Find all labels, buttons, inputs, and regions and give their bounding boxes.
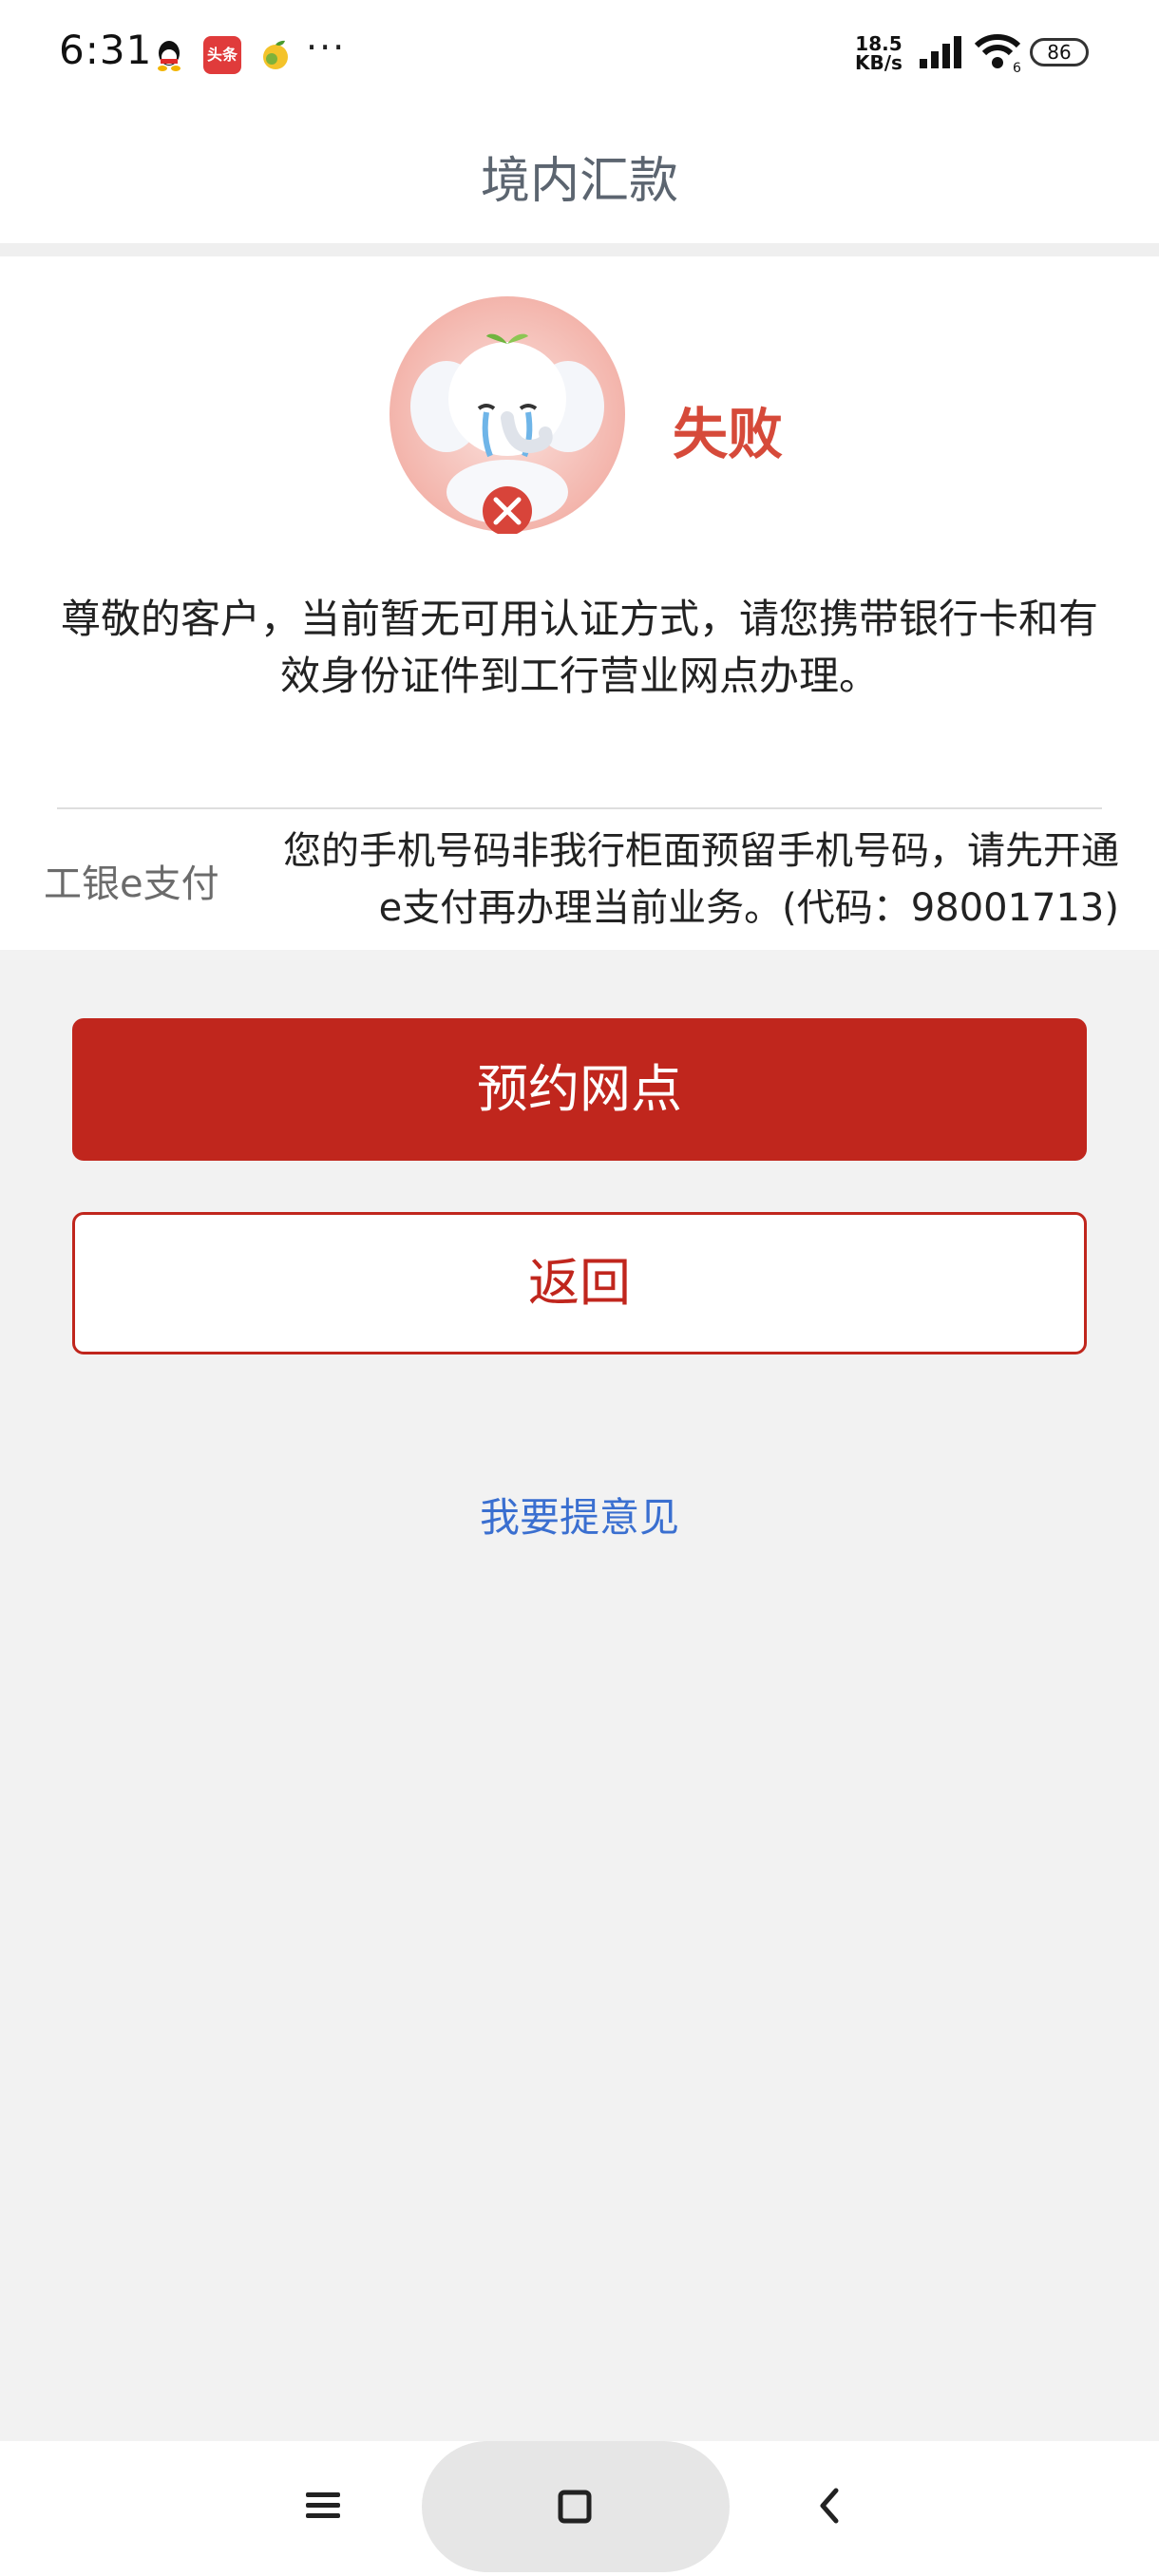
home-button[interactable] bbox=[422, 2441, 730, 2572]
divider bbox=[57, 807, 1102, 809]
svg-text:6: 6 bbox=[1013, 61, 1021, 74]
page-title: 境内汇款 bbox=[480, 153, 678, 210]
book-branch-button[interactable]: 预约网点 bbox=[72, 1018, 1087, 1161]
crying-elephant-mascot-icon bbox=[388, 294, 627, 536]
result-status-label: 失败 bbox=[673, 402, 784, 466]
feedback-link[interactable]: 我要提意见 bbox=[0, 1486, 1159, 1544]
system-nav-bar bbox=[0, 2441, 1159, 2576]
back-chevron-icon[interactable] bbox=[809, 2485, 851, 2530]
result-message: 尊敬的客户，当前暂无可用认证方式，请您携带银行卡和有效身份证件到工行营业网点办理… bbox=[60, 596, 1098, 699]
network-speed-value: 18.5 bbox=[855, 32, 902, 55]
result-card: 失败 尊敬的客户，当前暂无可用认证方式，请您携带银行卡和有效身份证件到工行营业网… bbox=[0, 256, 1159, 950]
status-bar: 6:31 头条 ··· 18.5 KB/s 6 86 bbox=[0, 0, 1159, 112]
battery-indicator: 86 bbox=[1030, 38, 1089, 66]
menu-icon[interactable] bbox=[302, 2485, 344, 2530]
toutiao-icon: 头条 bbox=[203, 36, 241, 74]
signal-icon bbox=[918, 34, 963, 74]
fruit-app-icon bbox=[256, 36, 294, 74]
qq-icon bbox=[150, 36, 188, 74]
wifi-icon: 6 bbox=[973, 32, 1022, 78]
detail-label: 工银e支付 bbox=[44, 862, 219, 906]
network-speed: 18.5 KB/s bbox=[855, 34, 902, 72]
back-button[interactable]: 返回 bbox=[72, 1212, 1087, 1354]
more-notifications-icon: ··· bbox=[306, 27, 347, 68]
page-header: 境内汇款 bbox=[0, 112, 1159, 256]
network-speed-unit: KB/s bbox=[855, 51, 902, 74]
status-time: 6:31 bbox=[59, 27, 153, 73]
home-square-icon bbox=[555, 2487, 597, 2532]
detail-value: 您的手机号码非我行柜面预留手机号码，请先开通e支付再办理当前业务。(代码：980… bbox=[283, 829, 1119, 930]
